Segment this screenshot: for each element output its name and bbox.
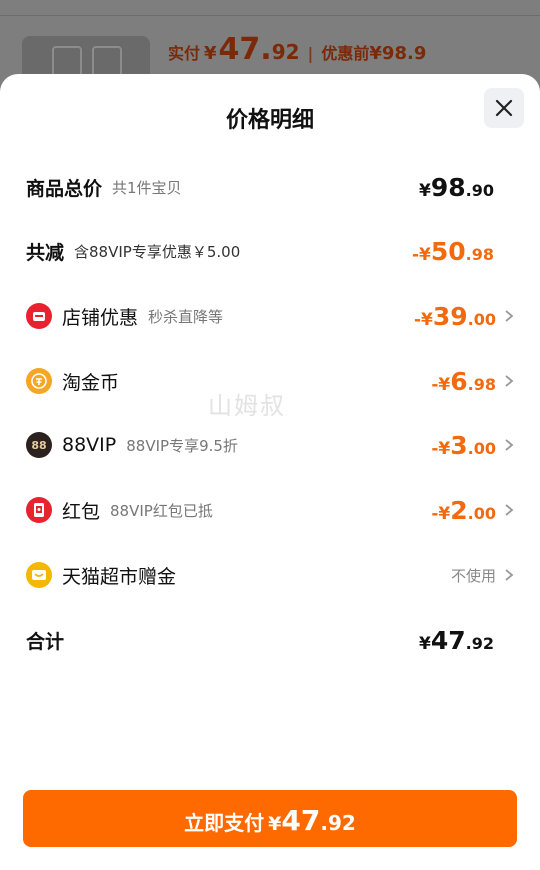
pay-now-symbol: ¥	[268, 813, 282, 835]
vip88-icon: 88	[26, 432, 52, 458]
tmall-gift-selector[interactable]: 不使用	[451, 565, 516, 586]
sum-label: 合计	[26, 630, 65, 653]
total-price-symbol: ¥	[419, 180, 431, 201]
paid-int: 47.	[218, 32, 272, 67]
red-packet-int: 2	[450, 495, 468, 525]
row-tmall-gift-balance[interactable]: 天猫超市赠金 不使用	[26, 555, 516, 595]
sheet-title: 价格明细	[225, 108, 314, 133]
original-value: ¥98.9	[369, 43, 427, 64]
vip-symbol: -¥	[431, 438, 451, 459]
reduction-amount: -¥ 50 .98	[412, 237, 494, 266]
row-total-reduction: 共减 含88VIP专享优惠￥5.00 -¥ 50 .98	[26, 231, 516, 271]
tmall-gift-note: 不使用	[450, 566, 496, 585]
total-price-dec: .90	[465, 180, 494, 200]
gold-coin-int: 6	[450, 366, 468, 396]
shop-discount-label: 店铺优惠	[62, 306, 139, 329]
reduction-symbol: -¥	[411, 244, 431, 265]
chevron-right-icon	[505, 504, 514, 516]
paid-dec: 92	[271, 40, 300, 64]
shop-coupon-icon	[26, 303, 52, 329]
close-icon	[495, 99, 513, 117]
sum-int: 47	[430, 625, 466, 655]
original-label: 优惠前	[321, 44, 370, 63]
shop-discount-int: 39	[432, 301, 468, 331]
total-price-int: 98	[430, 172, 466, 202]
vip-amount: -¥ 3 .00	[431, 431, 496, 460]
sum-amount: ¥ 47 .92	[419, 626, 494, 655]
red-packet-dec: .00	[467, 503, 496, 523]
background-divider	[0, 15, 540, 16]
total-price-sub: 共1件宝贝	[112, 178, 182, 197]
reduction-int: 50	[430, 236, 466, 266]
vip88-icon-text: 88	[31, 438, 47, 452]
red-packet-label: 红包	[62, 500, 101, 523]
paid-label: 实付	[168, 44, 201, 63]
vip-sub: 88VIP专享9.5折	[126, 436, 238, 455]
chevron-right-icon	[505, 375, 514, 387]
pay-now-button[interactable]: 立即支付 ¥ 47 .92	[23, 790, 517, 847]
chevron-right-icon	[505, 439, 514, 451]
row-red-packet[interactable]: 红包 88VIP红包已抵 -¥ 2 .00	[26, 490, 516, 530]
red-packet-sub: 88VIP红包已抵	[110, 501, 213, 520]
shop-discount-dec: .00	[467, 309, 496, 329]
reduction-label: 共减	[26, 241, 65, 264]
reduction-dec: .98	[465, 244, 494, 264]
vip-dec: .00	[467, 438, 496, 458]
vip-int: 3	[450, 430, 468, 460]
row-total-price: 商品总价 共1件宝贝 ¥ 98 .90	[26, 167, 516, 207]
price-separator: |	[307, 44, 314, 63]
sum-dec: .92	[465, 633, 494, 653]
gold-coin-amount: -¥ 6 .98	[431, 367, 496, 396]
price-detail-sheet: 价格明细 商品总价 共1件宝贝 ¥ 98 .90 共减 含88VIP专享优惠￥5…	[0, 74, 540, 870]
gold-coin-label: 淘金币	[62, 371, 120, 394]
red-packet-icon	[26, 497, 52, 523]
red-packet-symbol: -¥	[431, 503, 451, 524]
reduction-sub: 含88VIP专享优惠￥5.00	[74, 242, 241, 261]
gift-card-icon	[26, 562, 52, 588]
close-button[interactable]	[484, 88, 524, 128]
red-packet-amount: -¥ 2 .00	[431, 496, 496, 525]
row-shop-discount[interactable]: 店铺优惠 秒杀直降等 -¥ 39 .00	[26, 296, 516, 336]
row-88vip[interactable]: 88 88VIP 88VIP专享9.5折 -¥ 3 .00	[26, 425, 516, 465]
shop-discount-symbol: -¥	[413, 309, 433, 330]
tmall-gift-label: 天猫超市赠金	[62, 565, 177, 588]
watermark: 山姆叔	[208, 392, 286, 420]
total-price-amount: ¥ 98 .90	[419, 173, 494, 202]
sum-symbol: ¥	[419, 633, 431, 654]
gold-coin-symbol: -¥	[431, 374, 451, 395]
total-price-label: 商品总价	[26, 177, 103, 200]
pay-now-label: 立即支付	[184, 811, 265, 835]
gold-coin-icon	[26, 368, 52, 394]
vip-label: 88VIP	[62, 434, 117, 456]
chevron-right-icon	[505, 310, 514, 322]
shop-discount-sub: 秒杀直降等	[148, 307, 224, 326]
row-sum: 合计 ¥ 47 .92	[26, 620, 516, 660]
shop-discount-amount: -¥ 39 .00	[414, 302, 496, 331]
paid-symbol: ¥	[204, 43, 217, 64]
pay-now-int: 47	[281, 804, 321, 837]
gold-coin-dec: .98	[467, 374, 496, 394]
chevron-right-icon	[505, 569, 514, 581]
background-price-line: 实付 ¥ 47. 92 | 优惠前 ¥98.9	[168, 32, 426, 67]
pay-now-dec: .92	[320, 811, 356, 835]
